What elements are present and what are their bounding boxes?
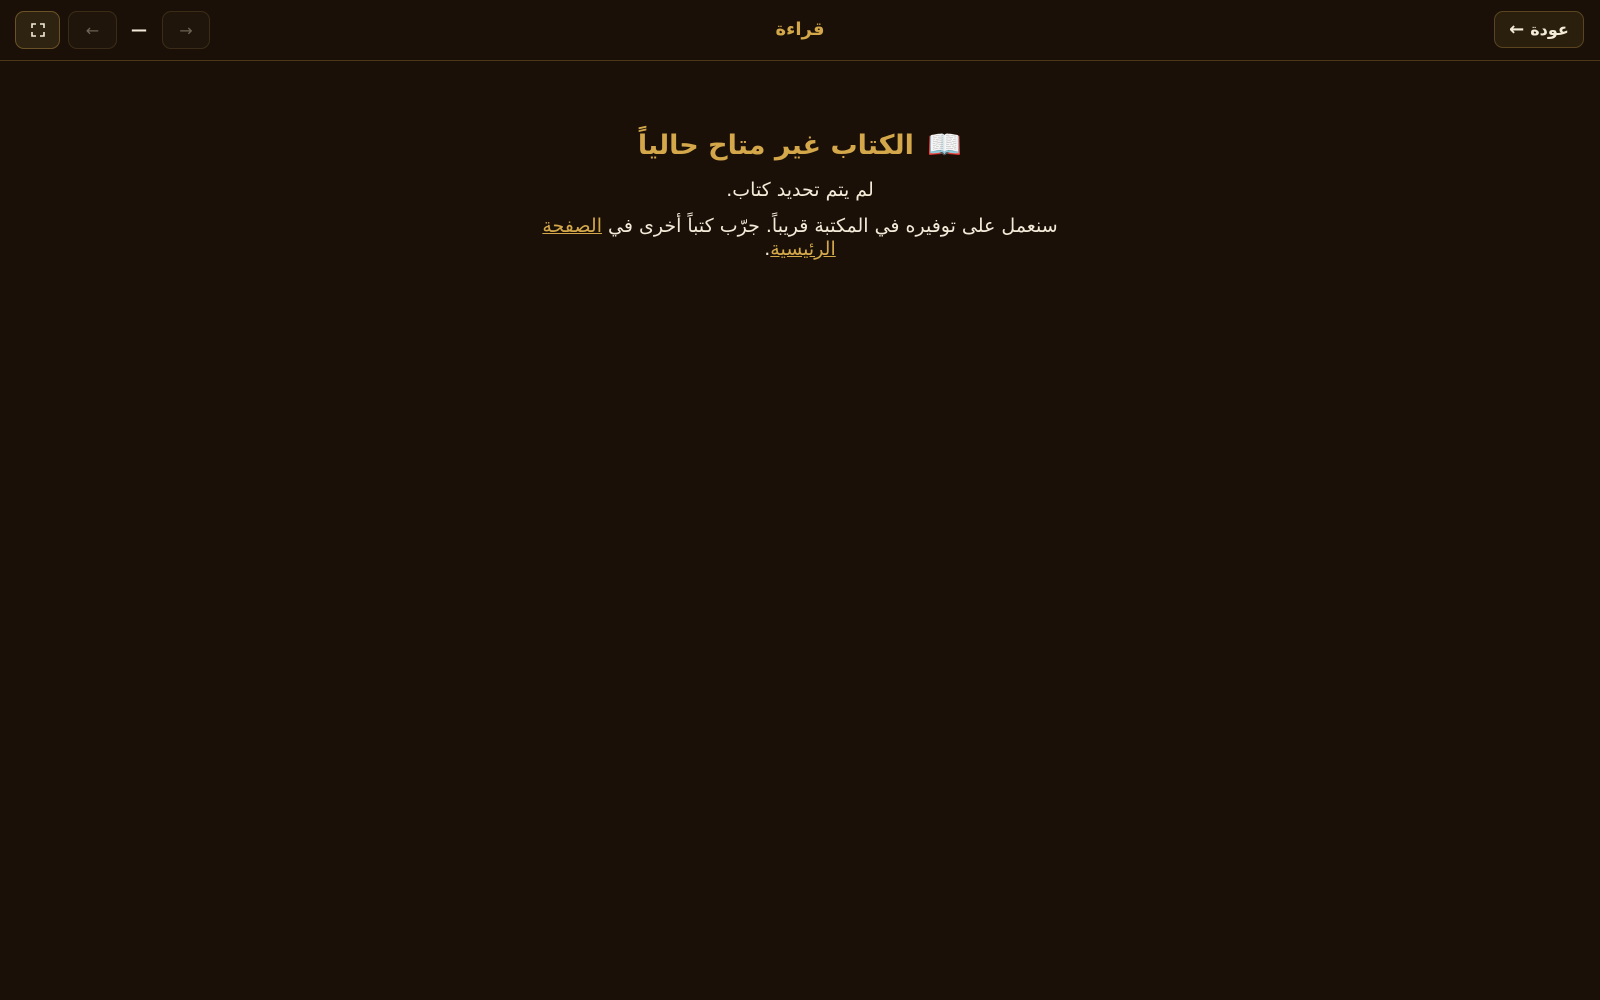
back-label: عودة (1530, 20, 1569, 39)
availability-notice: سنعمل على توفيره في المكتبة قريباً. جرّب… (535, 215, 1065, 261)
headline-text: الكتاب غير متاح حالياً (637, 130, 914, 161)
book-icon: 📖 (927, 128, 963, 161)
arrow-left-icon: ← (85, 20, 100, 40)
top-bar: عودة ← قراءة ← — → (0, 0, 1600, 61)
page-indicator: — (131, 20, 147, 39)
page-title: قراءة (775, 19, 825, 40)
back-button[interactable]: عودة ← (1494, 11, 1584, 48)
unavailable-heading: 📖 الكتاب غير متاح حالياً (0, 128, 1600, 163)
previous-page-button[interactable]: ← (68, 11, 117, 49)
fullscreen-button[interactable] (15, 11, 60, 49)
arrow-left-icon: ← (1509, 18, 1525, 40)
fullscreen-icon (30, 23, 45, 37)
main-content: 📖 الكتاب غير متاح حالياً لم يتم تحديد كت… (0, 61, 1600, 261)
no-book-message: لم يتم تحديد كتاب. (726, 179, 874, 201)
notice-text: سنعمل على توفيره في المكتبة قريباً. جرّب… (601, 215, 1058, 237)
next-page-button[interactable]: → (162, 11, 210, 49)
arrow-right-icon: → (179, 20, 193, 40)
